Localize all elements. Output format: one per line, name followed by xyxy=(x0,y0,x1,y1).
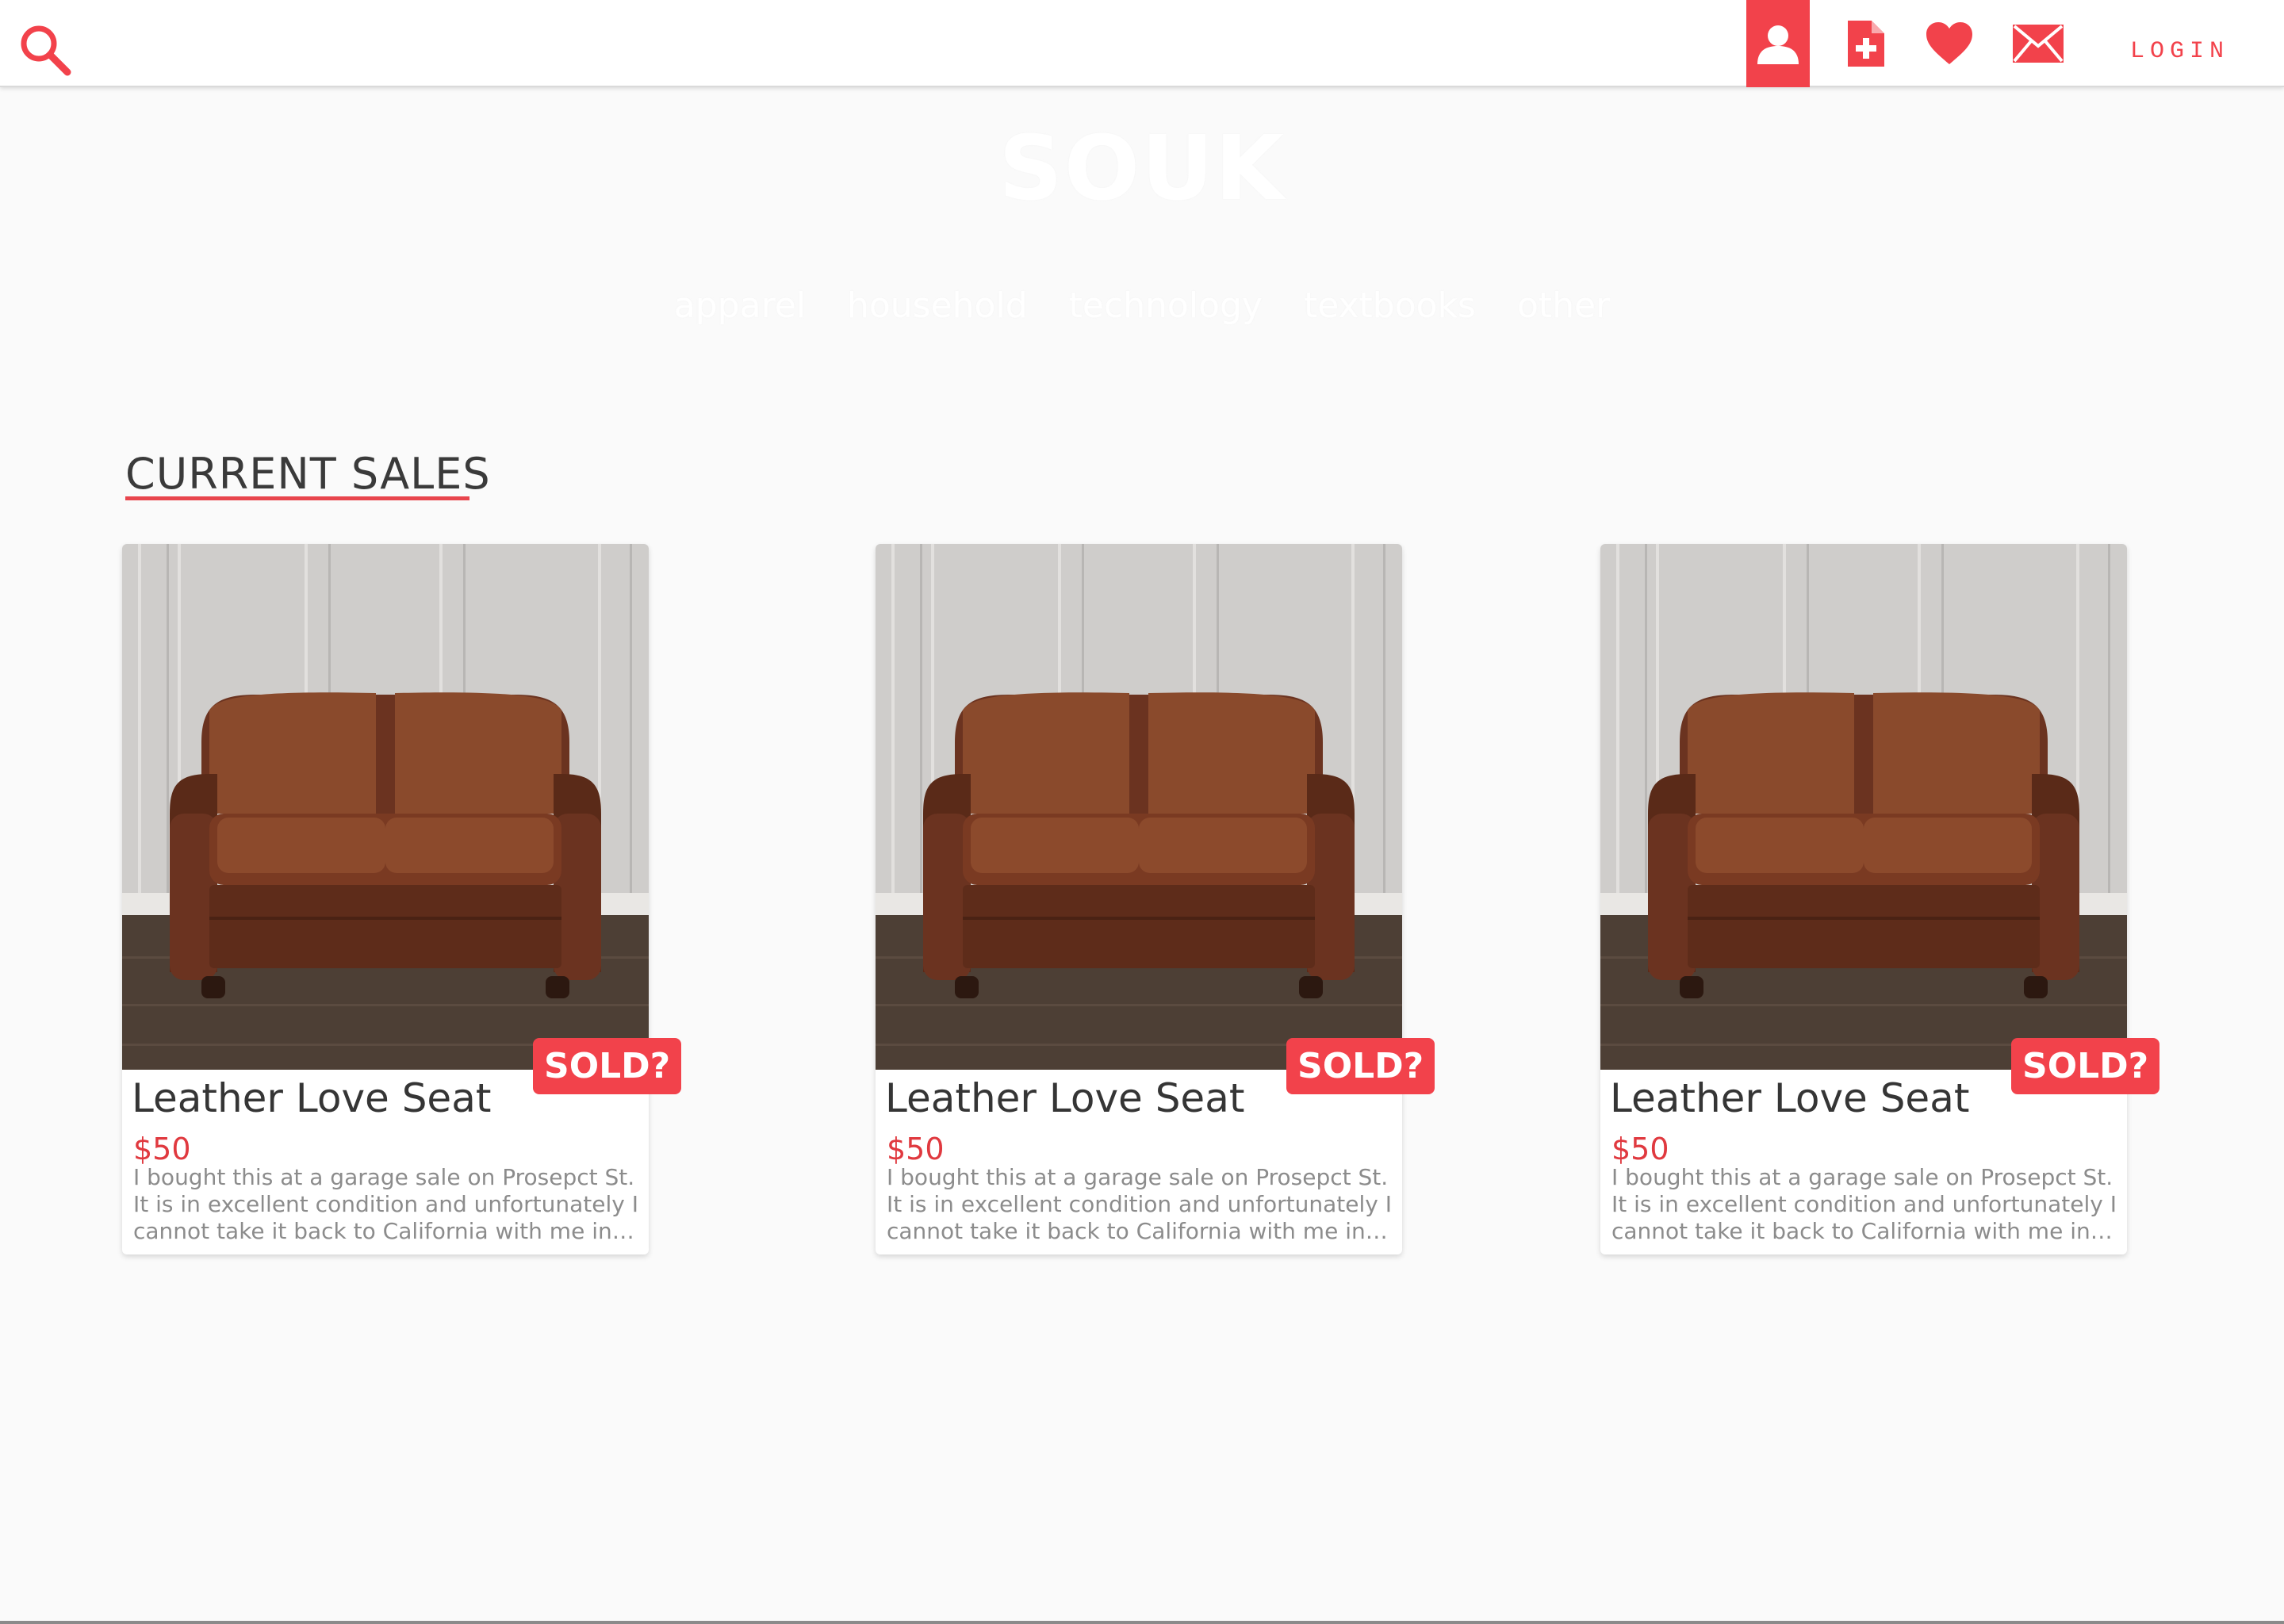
listing-title[interactable]: Leather Love Seat xyxy=(885,1075,1244,1121)
search-icon[interactable] xyxy=(17,22,73,78)
new-post-icon[interactable] xyxy=(1838,0,1894,87)
listing-price: $50 xyxy=(887,1132,945,1166)
category-other[interactable]: other xyxy=(1517,285,1610,326)
profile-icon[interactable] xyxy=(1746,0,1810,87)
listing-image xyxy=(876,544,1402,1070)
listing-image xyxy=(1600,544,2127,1070)
heart-icon[interactable] xyxy=(1918,0,1981,87)
listing-description: I bought this at a garage sale on Prosep… xyxy=(1611,1164,2117,1244)
page-bottom-border xyxy=(0,1621,2284,1624)
section-underline xyxy=(125,496,469,500)
listing-price: $50 xyxy=(1611,1132,1669,1166)
category-textbooks[interactable]: textbooks xyxy=(1304,285,1476,326)
mail-icon[interactable] xyxy=(2006,0,2070,87)
listing-price: $50 xyxy=(133,1132,191,1166)
category-technology[interactable]: technology xyxy=(1069,285,1263,326)
listing-title[interactable]: Leather Love Seat xyxy=(1610,1075,1969,1121)
listing-description: I bought this at a garage sale on Prosep… xyxy=(887,1164,1392,1244)
category-nav: apparel household technology textbooks o… xyxy=(0,285,2284,326)
sold-button[interactable]: SOLD? xyxy=(2011,1038,2160,1094)
sold-button[interactable]: SOLD? xyxy=(1286,1038,1435,1094)
listing-title[interactable]: Leather Love Seat xyxy=(132,1075,491,1121)
sold-button[interactable]: SOLD? xyxy=(533,1038,682,1094)
section-title: CURRENT SALES xyxy=(125,449,491,499)
listing-card[interactable]: SOLD? Leather Love Seat $50 I bought thi… xyxy=(122,544,682,1254)
listing-description: I bought this at a garage sale on Prosep… xyxy=(133,1164,638,1244)
brand-logo-text: SOUK xyxy=(998,117,1286,220)
category-apparel[interactable]: apparel xyxy=(674,285,806,326)
listing-card[interactable]: SOLD? Leather Love Seat $50 I bought thi… xyxy=(876,544,1435,1254)
category-household[interactable]: household xyxy=(847,285,1028,326)
listing-image xyxy=(122,544,649,1070)
login-link[interactable]: LOGIN xyxy=(2130,38,2229,65)
top-navigation-bar: LOGIN xyxy=(0,0,2284,87)
listing-card[interactable]: SOLD? Leather Love Seat $50 I bought thi… xyxy=(1600,544,2160,1254)
